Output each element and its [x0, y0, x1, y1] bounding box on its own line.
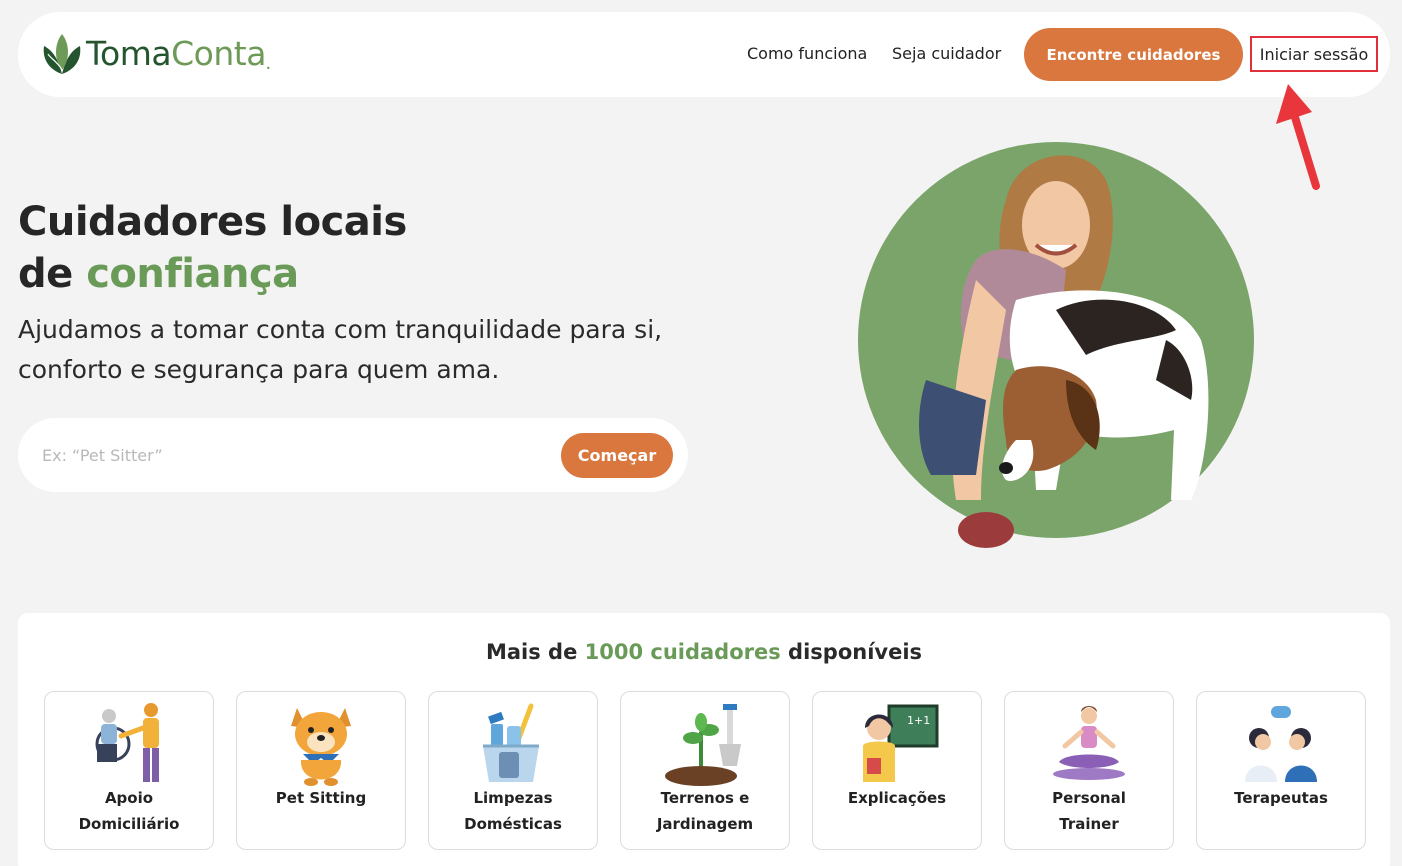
category-label: Personal Trainer — [1005, 785, 1173, 837]
category-explicacoes[interactable]: 1+1 Explicações — [812, 691, 982, 850]
site-header: TomaConta• Como funciona Seja cuidador E… — [18, 12, 1390, 97]
label-line2: Domiciliário — [78, 815, 180, 833]
elderly-care-icon — [95, 703, 159, 782]
categories-heading: Mais de 1000 cuidadores disponíveis — [18, 640, 1390, 664]
search-input[interactable] — [42, 440, 542, 470]
label-line1: Apoio — [104, 789, 154, 807]
category-terrenos-jardinagem[interactable]: Terrenos e Jardinagem — [620, 691, 790, 850]
search-bar: Começar — [18, 418, 688, 492]
label-line1: Personal — [1052, 789, 1126, 807]
category-label: Terapeutas — [1197, 785, 1365, 811]
nav-seja-cuidador[interactable]: Seja cuidador — [892, 44, 1001, 63]
category-label: Terrenos e Jardinagem — [621, 785, 789, 837]
category-apoio-domiciliario[interactable]: Apoio Domiciliário — [44, 691, 214, 850]
heading-prefix: Mais de — [485, 640, 585, 664]
comecar-button[interactable]: Começar — [561, 433, 673, 478]
label-line1: Limpezas — [473, 789, 553, 807]
board-text: 1+1 — [907, 714, 930, 727]
categories-card: Mais de 1000 cuidadores disponíveis Apoi… — [18, 613, 1390, 866]
hero-title-line2: de confiança — [18, 248, 407, 300]
leaf-logo-icon — [43, 34, 81, 74]
red-arrow-annotation — [1276, 84, 1320, 190]
logo-wordmark: TomaConta• — [86, 33, 271, 73]
label-line1: Terrenos e — [660, 789, 750, 807]
label-line1: Terapeutas — [1234, 789, 1328, 807]
label-line2: Jardinagem — [656, 815, 754, 833]
logo-part2: Conta — [171, 33, 266, 73]
category-pet-sitting[interactable]: Pet Sitting — [236, 691, 406, 850]
therapy-icon — [1245, 706, 1317, 782]
hero-title-prefix: de — [18, 251, 87, 297]
category-label: Limpezas Domésticas — [429, 785, 597, 837]
category-label: Pet Sitting — [237, 785, 405, 811]
hero-title-line1: Cuidadores locais — [18, 199, 407, 245]
yoga-icon — [1053, 706, 1125, 780]
label-line2: Domésticas — [464, 815, 562, 833]
login-highlight-box: Iniciar sessão — [1250, 36, 1378, 72]
nav-como-funciona[interactable]: Como funciona — [747, 44, 867, 63]
heading-suffix: disponíveis — [780, 640, 923, 664]
heading-accent: 1000 cuidadores — [584, 640, 781, 664]
encontre-cuidadores-button[interactable]: Encontre cuidadores — [1024, 28, 1243, 81]
logo[interactable]: TomaConta• — [40, 30, 271, 76]
hero-woman-dog-image — [858, 142, 1254, 548]
teacher-icon: 1+1 — [863, 704, 939, 782]
category-personal-trainer[interactable]: Personal Trainer — [1004, 691, 1174, 850]
label-line1: Pet Sitting — [275, 789, 367, 807]
category-terapeutas[interactable]: Terapeutas — [1196, 691, 1366, 850]
plant-shovel-icon — [665, 704, 741, 786]
hero-title-accent: confiança — [86, 251, 299, 297]
hero-subtitle: Ajudamos a tomar conta com tranquilidade… — [18, 315, 663, 384]
label-line1: Explicações — [847, 789, 947, 807]
cleaning-bucket-icon — [483, 703, 539, 782]
logo-part1: Toma — [86, 33, 172, 73]
dog-icon — [291, 708, 351, 786]
category-limpezas-domesticas[interactable]: Limpezas Domésticas — [428, 691, 598, 850]
category-label: Explicações — [813, 785, 981, 811]
hero-title: Cuidadores locais de confiança — [18, 196, 407, 300]
category-label: Apoio Domiciliário — [45, 785, 213, 837]
login-link[interactable]: Iniciar sessão — [1260, 45, 1368, 64]
logo-trademark-dot: • — [265, 63, 271, 73]
label-line2: Trainer — [1059, 815, 1119, 833]
